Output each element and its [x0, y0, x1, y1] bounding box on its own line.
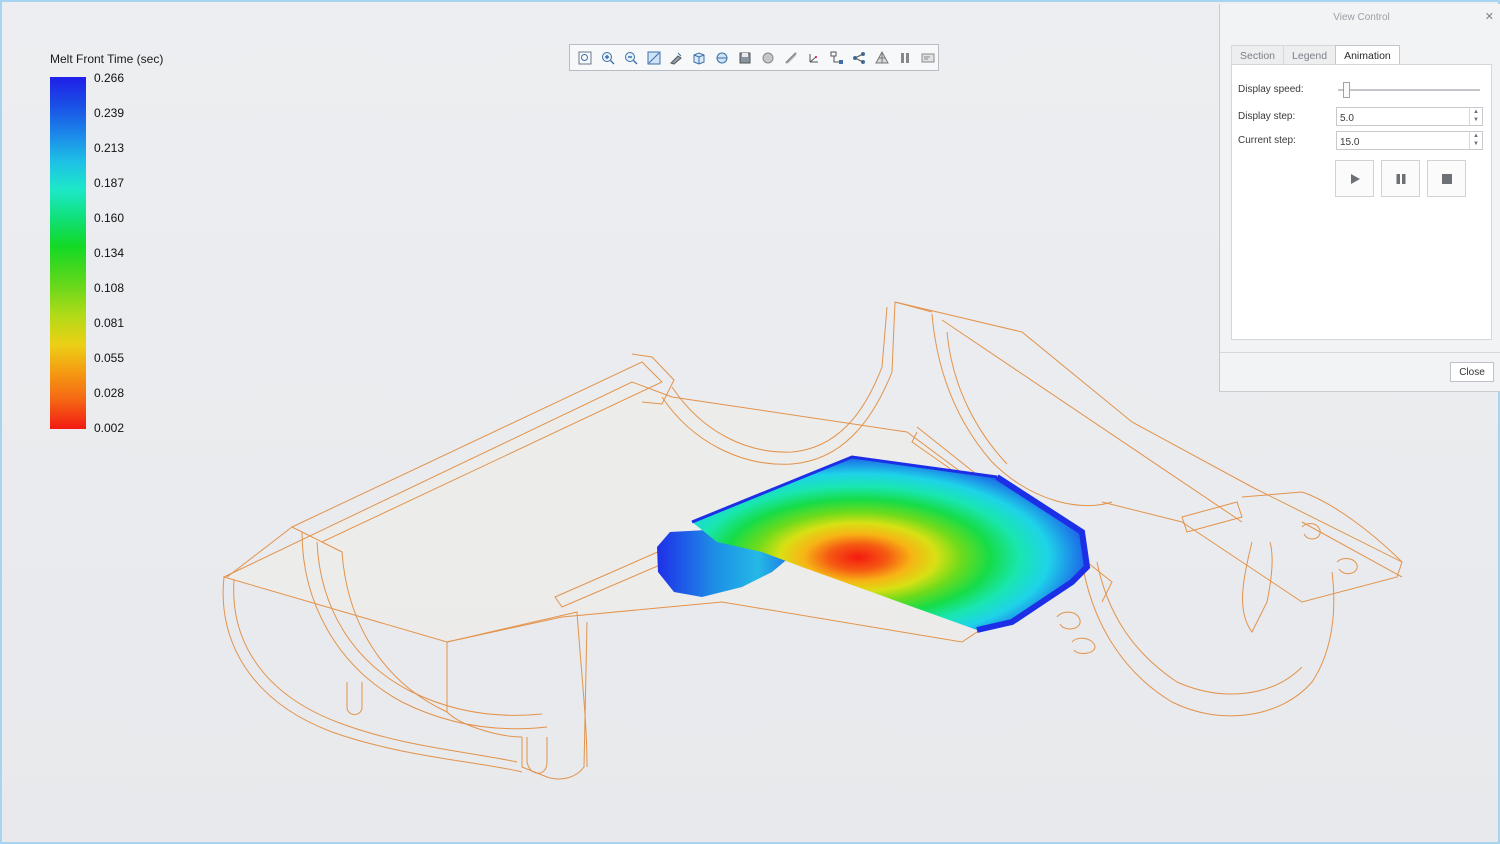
zoom-fit-icon[interactable] [575, 48, 595, 68]
legend-color-bar [50, 77, 86, 429]
node-icon[interactable] [850, 48, 870, 68]
step-down-icon[interactable]: ▼ [1470, 140, 1482, 148]
step-up-icon[interactable]: ▲ [1470, 132, 1482, 140]
zoom-out-icon[interactable] [621, 48, 641, 68]
viewport-frame: Melt Front Time (sec) 0.266 0.239 0.213 … [0, 0, 1500, 844]
legend-value: 0.187 [94, 176, 125, 190]
legend-value: 0.160 [94, 211, 125, 225]
close-button[interactable]: Close [1450, 362, 1494, 382]
current-step-label: Current step: [1238, 135, 1296, 146]
tab-animation[interactable]: Animation [1335, 45, 1400, 66]
panel-divider [1220, 352, 1500, 353]
display-step-label: Display step: [1238, 111, 1296, 122]
shade-icon[interactable] [758, 48, 778, 68]
animation-tab-body: Display speed: Display step: ▲ ▼ Current… [1231, 64, 1492, 340]
tab-legend[interactable]: Legend [1283, 45, 1337, 66]
step-up-icon[interactable]: ▲ [1470, 108, 1482, 116]
pause-icon [1396, 173, 1405, 184]
legend-value: 0.213 [94, 141, 125, 155]
legend-value: 0.002 [94, 421, 125, 435]
color-legend: Melt Front Time (sec) 0.266 0.239 0.213 … [50, 52, 164, 435]
pan-icon[interactable] [644, 48, 664, 68]
tree-icon[interactable] [827, 48, 847, 68]
view-toolbar [569, 44, 939, 71]
current-step-input[interactable] [1337, 134, 1468, 151]
export-icon[interactable] [918, 48, 938, 68]
legend-value: 0.239 [94, 106, 125, 120]
display-speed-track[interactable] [1338, 89, 1480, 91]
play-icon [1350, 173, 1360, 184]
legend-title: Melt Front Time (sec) [50, 52, 164, 66]
legend-value: 0.108 [94, 281, 125, 295]
rotate-icon[interactable] [667, 48, 687, 68]
display-step-arrows: ▲ ▼ [1469, 108, 1482, 125]
panel-tabs: Section Legend Animation [1231, 45, 1400, 66]
legend-value: 0.134 [94, 246, 125, 260]
display-speed-slider[interactable] [1343, 82, 1351, 98]
orient-icon[interactable] [712, 48, 732, 68]
display-speed-label: Display speed: [1238, 84, 1304, 95]
step-down-icon[interactable]: ▼ [1470, 116, 1482, 124]
tab-section[interactable]: Section [1231, 45, 1285, 66]
pause-button[interactable] [1381, 160, 1420, 197]
current-step-stepper: ▲ ▼ [1336, 131, 1483, 151]
play-button[interactable] [1335, 160, 1374, 197]
stop-button[interactable] [1427, 160, 1466, 197]
section-icon[interactable] [781, 48, 801, 68]
legend-value: 0.028 [94, 386, 125, 400]
current-step-arrows: ▲ ▼ [1469, 132, 1482, 149]
display-step-input[interactable] [1337, 110, 1468, 127]
legend-value: 0.055 [94, 351, 125, 365]
cube-view-icon[interactable] [689, 48, 709, 68]
legend-value: 0.266 [94, 71, 125, 85]
view-control-panel: View Control ✕ Section Legend Animation … [1219, 4, 1500, 392]
legend-labels: 0.266 0.239 0.213 0.187 0.160 0.134 0.10… [94, 71, 154, 441]
panel-title: View Control [1333, 12, 1390, 23]
mesh-icon[interactable] [872, 48, 892, 68]
stop-icon [1441, 173, 1452, 184]
display-step-stepper: ▲ ▼ [1336, 107, 1483, 127]
save-view-icon[interactable] [735, 48, 755, 68]
pause-icon[interactable] [895, 48, 915, 68]
legend-value: 0.081 [94, 316, 125, 330]
axes-icon[interactable] [804, 48, 824, 68]
close-icon[interactable]: ✕ [1485, 10, 1494, 23]
zoom-in-icon[interactable] [598, 48, 618, 68]
